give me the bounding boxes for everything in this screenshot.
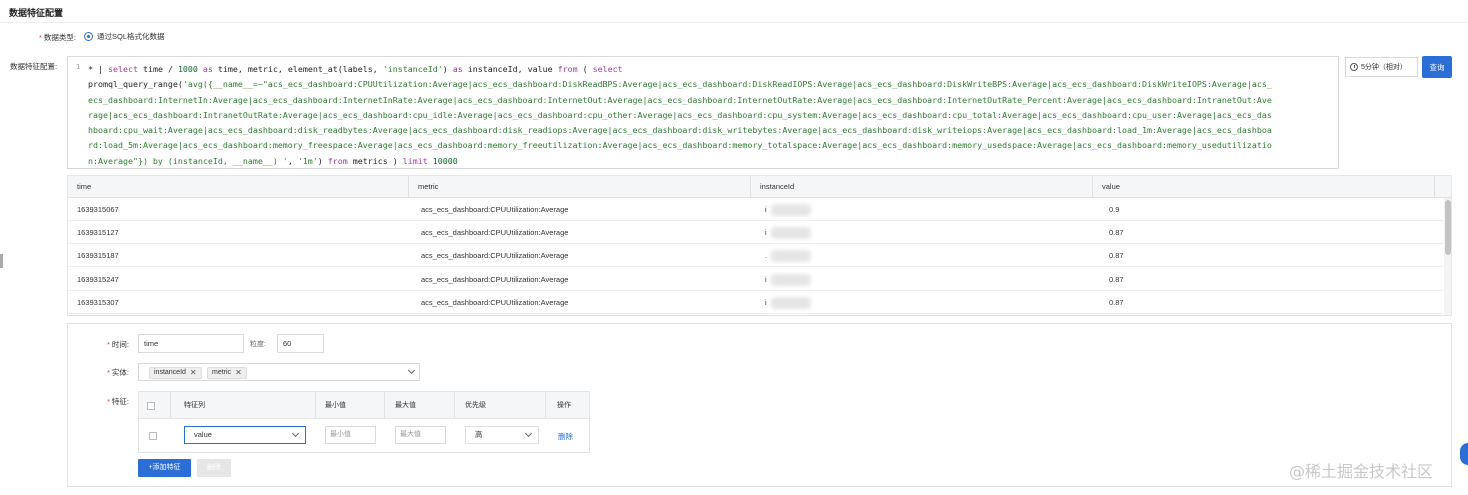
add-feature-button[interactable]: +添加特征 [138,459,191,477]
chevron-down-icon[interactable] [407,366,416,375]
cell-instanceid: i [765,275,767,284]
column-header-action: 操作 [557,402,571,409]
cell-metric: acs_ecs_dashboard:CPUUtilization:Average [421,298,569,307]
table-row: 1639315247 acs_ecs_dashboard:CPUUtilizat… [68,268,1443,291]
cell-value: 0.87 [1109,275,1124,284]
table-scrollbar[interactable] [1444,198,1451,315]
cell-value: 0.87 [1109,228,1124,237]
entity-tag-label: instanceId [154,369,186,376]
chevron-down-icon[interactable] [291,429,300,438]
redacted-value [771,274,811,286]
column-header-metric[interactable]: metric [409,176,751,198]
entity-label: * 实体: [107,368,130,377]
feature-column-select[interactable]: value [184,426,306,444]
table-row: 1639315127 acs_ecs_dashboard:CPUUtilizat… [68,221,1443,244]
feature-column-value: value [194,430,212,439]
sql-radio-label: 通过SQL格式化数据 [97,32,165,41]
column-header-feature: 特征列 [171,392,316,419]
select-all-cell [139,392,171,419]
redacted-value [771,250,811,262]
sql-code[interactable]: * | select time / 1000 as time, metric, … [88,62,1276,168]
max-value-input[interactable]: 最大值 [395,426,446,444]
select-all-checkbox[interactable] [147,402,155,410]
time-range-picker[interactable]: 5分钟（相对） [1345,57,1418,77]
entity-tag[interactable]: metric ✕ [207,367,247,379]
granularity-label: 粒度: [250,341,266,348]
table-header: time metric instanceId value [68,176,1435,198]
priority-select[interactable]: 高 [465,426,539,444]
entity-tag[interactable]: instanceId ✕ [149,367,202,379]
cell-time: 1639315187 [77,251,119,260]
clock-icon [1350,63,1358,71]
column-header-time[interactable]: time [68,176,409,198]
column-header-max: 最大值 [385,392,455,419]
time-range-label: 5分钟（相对） [1361,64,1407,71]
time-label: * 时间: [107,340,130,349]
line-number: 1 [76,63,81,71]
feature-table: 特征列 最小值 最大值 优先级 操作 value 最小值 最大值 高 删除 [138,391,590,453]
delete-row-link[interactable]: 删除 [558,431,573,442]
min-value-input[interactable]: 最小值 [325,426,376,444]
cell-time: 1639315127 [77,228,119,237]
redacted-value [771,297,811,309]
page-title: 数据特征配置 [9,8,64,18]
query-button[interactable]: 查询 [1422,56,1452,78]
granularity-field[interactable]: 60 [277,334,324,353]
column-header-priority: 优先级 [455,392,546,419]
cell-instanceid: i [765,228,767,237]
cell-instanceid: i [765,298,767,307]
scrollbar-thumb[interactable] [1445,200,1451,255]
cell-metric: acs_ecs_dashboard:CPUUtilization:Average [421,275,569,284]
redacted-value [771,204,811,216]
sql-editor[interactable]: 1 * | select time / 1000 as time, metric… [67,56,1339,169]
column-header-value[interactable]: value [1093,176,1435,198]
config-label: 数据特征配置: [10,62,58,71]
row-checkbox[interactable] [149,432,157,440]
entity-tag-label: metric [212,369,232,376]
cell-instanceid: . [765,251,768,260]
watermark: @稀土掘金技术社区 [1289,462,1434,481]
priority-value: 高 [475,430,483,439]
sql-radio-option[interactable]: 通过SQL格式化数据 [84,31,165,42]
cell-value: 0.9 [1109,205,1120,214]
close-icon[interactable]: ✕ [190,368,197,378]
divider [0,22,1468,23]
time-field[interactable]: time [138,334,244,353]
chevron-down-icon[interactable] [524,429,533,438]
cell-value: 0.87 [1109,298,1124,307]
close-icon[interactable]: ✕ [235,368,242,378]
cell-value: 0.87 [1109,251,1124,260]
feature-table-header: 特征列 最小值 最大值 优先级 操作 [139,392,589,419]
radio-selected-icon[interactable] [84,32,93,41]
results-table: time metric instanceId value 1639315067 … [67,175,1452,316]
column-header-min: 最小值 [316,392,385,419]
cell-time: 1639315067 [77,205,119,214]
data-type-label: * 数据类型: [39,33,77,42]
column-header-instanceid[interactable]: instanceId [751,176,1093,198]
table-row: 1639315187 acs_ecs_dashboard:CPUUtilizat… [68,244,1443,267]
entity-select[interactable]: instanceId ✕ metric ✕ [138,363,420,381]
floating-help-button[interactable] [1460,443,1468,465]
collapse-handle[interactable] [0,254,3,268]
cell-metric: acs_ecs_dashboard:CPUUtilization:Average [421,228,569,237]
delete-feature-button[interactable]: 删除 [197,459,231,477]
cell-instanceid: i [765,205,767,214]
table-row: 1639315307 acs_ecs_dashboard:CPUUtilizat… [68,291,1443,314]
feature-label: * 特征: [107,397,130,406]
cell-time: 1639315307 [77,298,119,307]
cell-metric: acs_ecs_dashboard:CPUUtilization:Average [421,205,569,214]
cell-metric: acs_ecs_dashboard:CPUUtilization:Average [421,251,569,260]
redacted-value [771,227,811,239]
cell-time: 1639315247 [77,275,119,284]
header-corner [1435,176,1451,198]
table-row: 1639315067 acs_ecs_dashboard:CPUUtilizat… [68,198,1443,221]
